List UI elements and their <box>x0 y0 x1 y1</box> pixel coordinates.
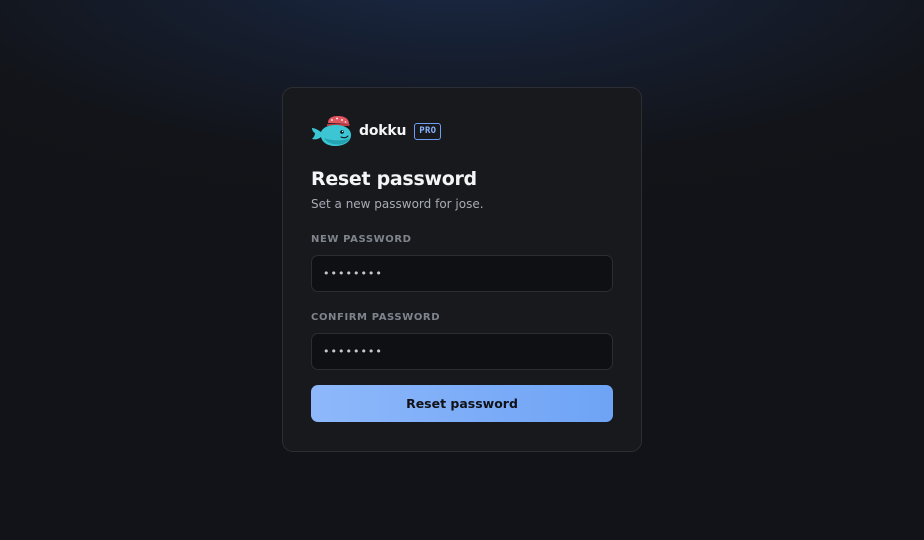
pro-badge: PRO <box>414 122 442 140</box>
whale-logo-icon <box>312 116 351 146</box>
reset-password-button[interactable]: Reset password <box>311 385 613 422</box>
brand-name: dokku <box>359 123 407 139</box>
new-password-label: NEW PASSWORD <box>311 234 412 245</box>
confirm-password-input[interactable] <box>311 333 613 370</box>
confirm-password-label: CONFIRM PASSWORD <box>311 312 441 323</box>
page-title: Reset password <box>311 168 477 190</box>
new-password-input[interactable] <box>311 255 613 292</box>
brand-header: dokku PRO <box>311 115 613 147</box>
reset-password-card: dokku PRO Reset password Set a new passw… <box>282 87 642 452</box>
page-subtitle: Set a new password for jose. <box>311 197 484 211</box>
